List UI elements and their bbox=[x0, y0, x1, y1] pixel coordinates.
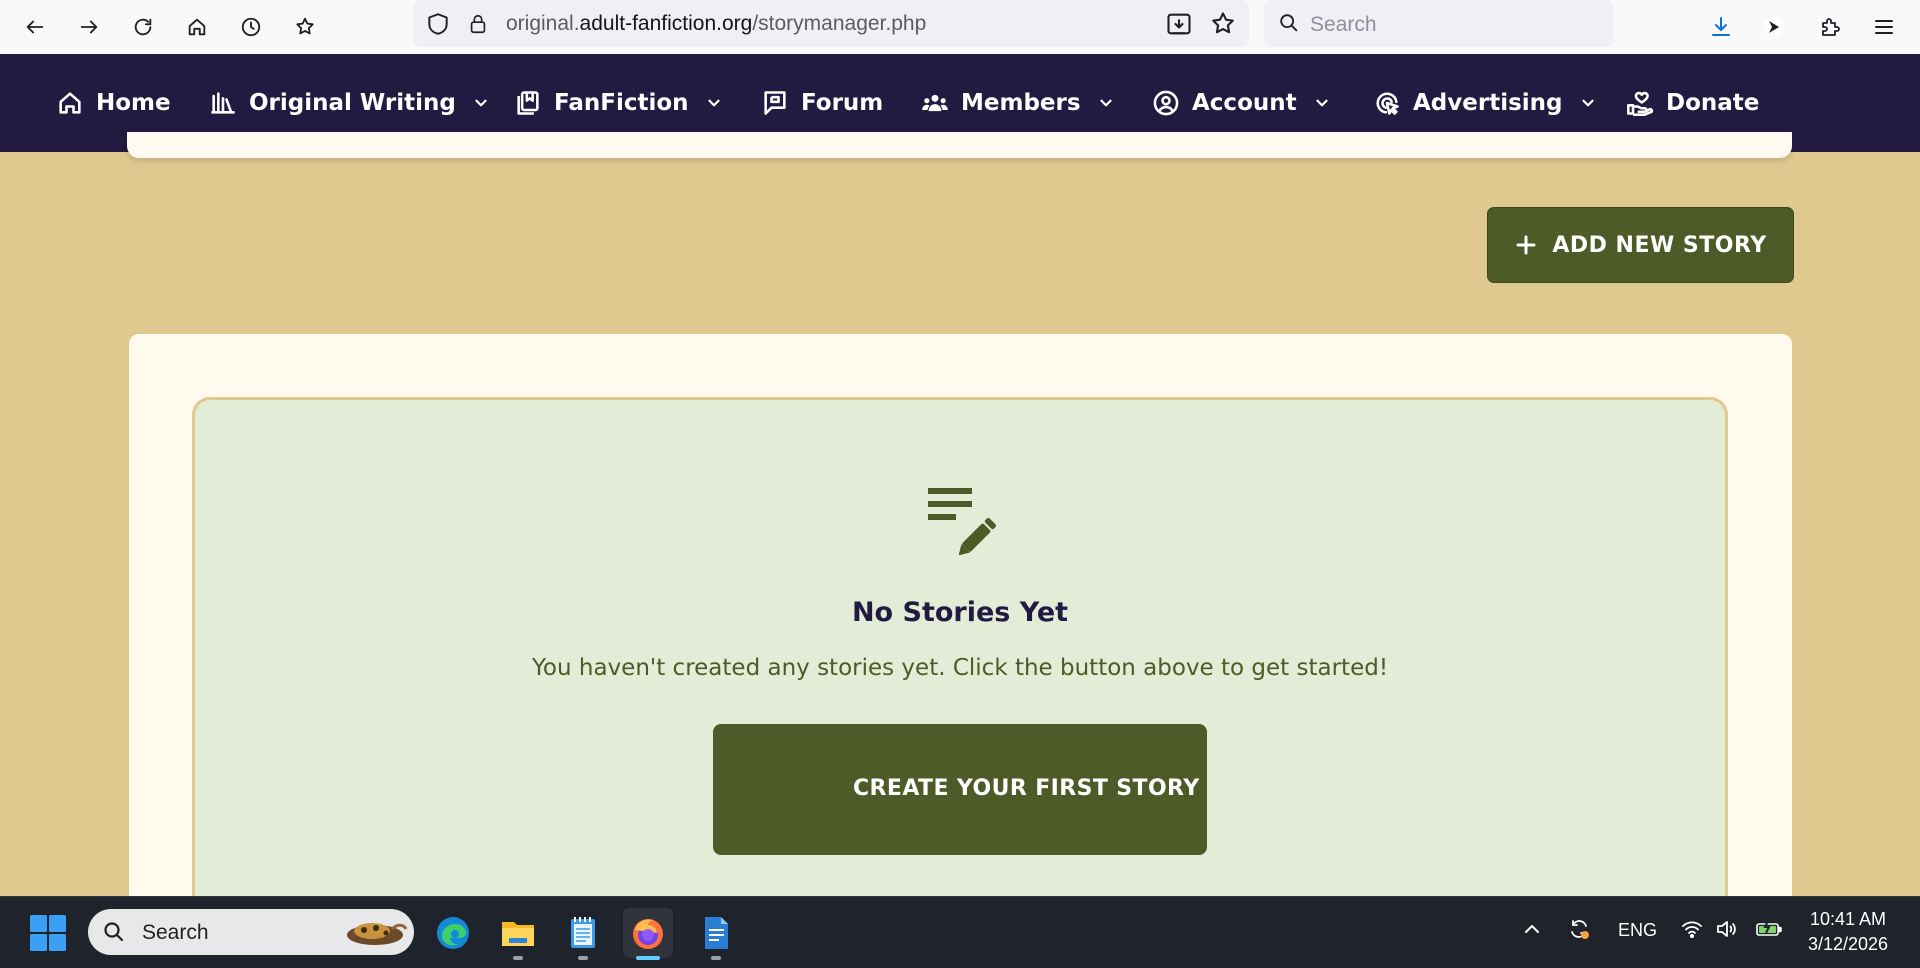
browser-toolbar: original.adult-fanfiction.org/storymanag… bbox=[0, 0, 1920, 54]
lock-icon[interactable] bbox=[467, 12, 489, 36]
nav-advertising-label: Advertising bbox=[1413, 90, 1563, 116]
nav-original-writing-label: Original Writing bbox=[249, 90, 456, 116]
taskbar-word[interactable] bbox=[691, 908, 741, 960]
create-first-story-label: CREATE YOUR FIRST STORY bbox=[853, 776, 1200, 801]
search-icon bbox=[104, 922, 124, 942]
puzzle-icon bbox=[1822, 18, 1840, 36]
save-to-pocket-icon[interactable] bbox=[1165, 10, 1193, 38]
volume-icon bbox=[1717, 921, 1736, 937]
clock-date: 3/12/2026 bbox=[1807, 934, 1889, 954]
home-icon bbox=[56, 89, 84, 117]
donate-icon bbox=[1626, 89, 1654, 117]
chevron-down-icon bbox=[1579, 94, 1597, 112]
clock-icon bbox=[241, 17, 261, 37]
plus-icon bbox=[1516, 235, 1536, 255]
reload-icon bbox=[134, 18, 152, 36]
home-button[interactable] bbox=[179, 9, 215, 45]
taskbar-search-placeholder: Search bbox=[142, 921, 209, 944]
chevron-down-icon bbox=[705, 94, 723, 112]
wifi-status[interactable] bbox=[1680, 917, 1704, 946]
bookmark-star-icon[interactable] bbox=[1209, 10, 1237, 38]
system-clock[interactable]: 10:41 AM 3/12/2026 bbox=[1800, 907, 1896, 957]
sync-icon bbox=[1571, 920, 1589, 939]
downloads-button[interactable] bbox=[1703, 9, 1739, 45]
account-icon bbox=[1152, 89, 1180, 117]
nav-account-label: Account bbox=[1192, 90, 1297, 116]
nav-donate-label: Donate bbox=[1666, 90, 1760, 116]
wifi-icon bbox=[1682, 921, 1702, 939]
firefox-icon bbox=[633, 919, 663, 949]
taskbar-file-explorer[interactable] bbox=[493, 908, 543, 960]
forum-icon bbox=[761, 89, 789, 117]
members-icon bbox=[921, 89, 949, 117]
edge-icon bbox=[437, 917, 469, 949]
search-placeholder: Search bbox=[1310, 13, 1377, 36]
shield-icon[interactable] bbox=[425, 11, 451, 37]
previous-section-card bbox=[127, 132, 1792, 158]
browser-search-input[interactable]: Search bbox=[1264, 0, 1614, 47]
taskbar-firefox[interactable] bbox=[623, 908, 673, 960]
back-button[interactable] bbox=[17, 9, 53, 45]
chevron-up-icon bbox=[1525, 925, 1539, 933]
create-first-story-button[interactable]: CREATE YOUR FIRST STORY bbox=[713, 724, 1207, 855]
extension-arrow-icon bbox=[1764, 17, 1784, 37]
arrow-left-icon bbox=[26, 20, 44, 34]
battery-status[interactable] bbox=[1754, 917, 1784, 946]
forward-button[interactable] bbox=[71, 9, 107, 45]
star-list-icon bbox=[296, 17, 314, 35]
reload-button[interactable] bbox=[125, 9, 161, 45]
add-new-story-label: ADD NEW STORY bbox=[1552, 232, 1767, 258]
url-text[interactable]: original.adult-fanfiction.org/storymanag… bbox=[506, 12, 926, 36]
advertising-icon bbox=[1373, 89, 1401, 117]
show-hidden-icons-button[interactable] bbox=[1520, 917, 1544, 946]
edit-note-icon bbox=[928, 488, 996, 555]
notepad-icon bbox=[571, 917, 595, 948]
empty-state-message: You haven't created any stories yet. Cli… bbox=[531, 655, 1389, 681]
bookmarks-button[interactable] bbox=[287, 9, 323, 45]
taskbar-search-input[interactable]: Search bbox=[88, 909, 414, 955]
chevron-down-icon bbox=[1313, 94, 1331, 112]
clock-time: 10:41 AM bbox=[1809, 909, 1887, 929]
taskbar: Search ENG 10:41 AM 3/12/2026 bbox=[0, 896, 1920, 968]
nav-home-label: Home bbox=[96, 90, 171, 116]
search-icon bbox=[1280, 14, 1298, 32]
nav-fanfiction-label: FanFiction bbox=[554, 90, 689, 116]
download-icon bbox=[1712, 17, 1730, 36]
nav-members-label: Members bbox=[961, 90, 1081, 116]
arrow-right-icon bbox=[80, 20, 98, 34]
language-indicator[interactable]: ENG bbox=[1618, 920, 1657, 941]
chevron-down-icon bbox=[472, 94, 490, 112]
chevron-down-icon bbox=[1097, 94, 1115, 112]
home-icon bbox=[188, 18, 206, 36]
add-new-story-button[interactable]: ADD NEW STORY bbox=[1487, 207, 1794, 283]
library-icon bbox=[514, 89, 542, 117]
nav-forum-label: Forum bbox=[801, 90, 884, 116]
history-button[interactable] bbox=[233, 9, 269, 45]
app-menu-button[interactable] bbox=[1866, 9, 1902, 45]
windows-start-icon[interactable] bbox=[29, 914, 67, 952]
extensions-menu-button[interactable] bbox=[1812, 9, 1848, 45]
empty-state-title: No Stories Yet bbox=[851, 597, 1069, 628]
taskbar-notepad[interactable] bbox=[558, 908, 608, 960]
folder-icon bbox=[502, 922, 534, 946]
hamburger-icon bbox=[1875, 20, 1893, 34]
empty-state-panel bbox=[192, 397, 1728, 968]
volume-status[interactable] bbox=[1714, 917, 1738, 946]
taskbar-edge[interactable] bbox=[428, 908, 478, 958]
document-app-icon bbox=[705, 917, 728, 949]
battery-charging-icon bbox=[1756, 920, 1782, 936]
url-bar[interactable]: original.adult-fanfiction.org/storymanag… bbox=[413, 0, 1249, 47]
books-icon bbox=[209, 89, 237, 117]
extension-button[interactable] bbox=[1756, 9, 1792, 45]
sync-status-button[interactable] bbox=[1567, 917, 1591, 946]
search-highlight-icon bbox=[347, 923, 408, 945]
